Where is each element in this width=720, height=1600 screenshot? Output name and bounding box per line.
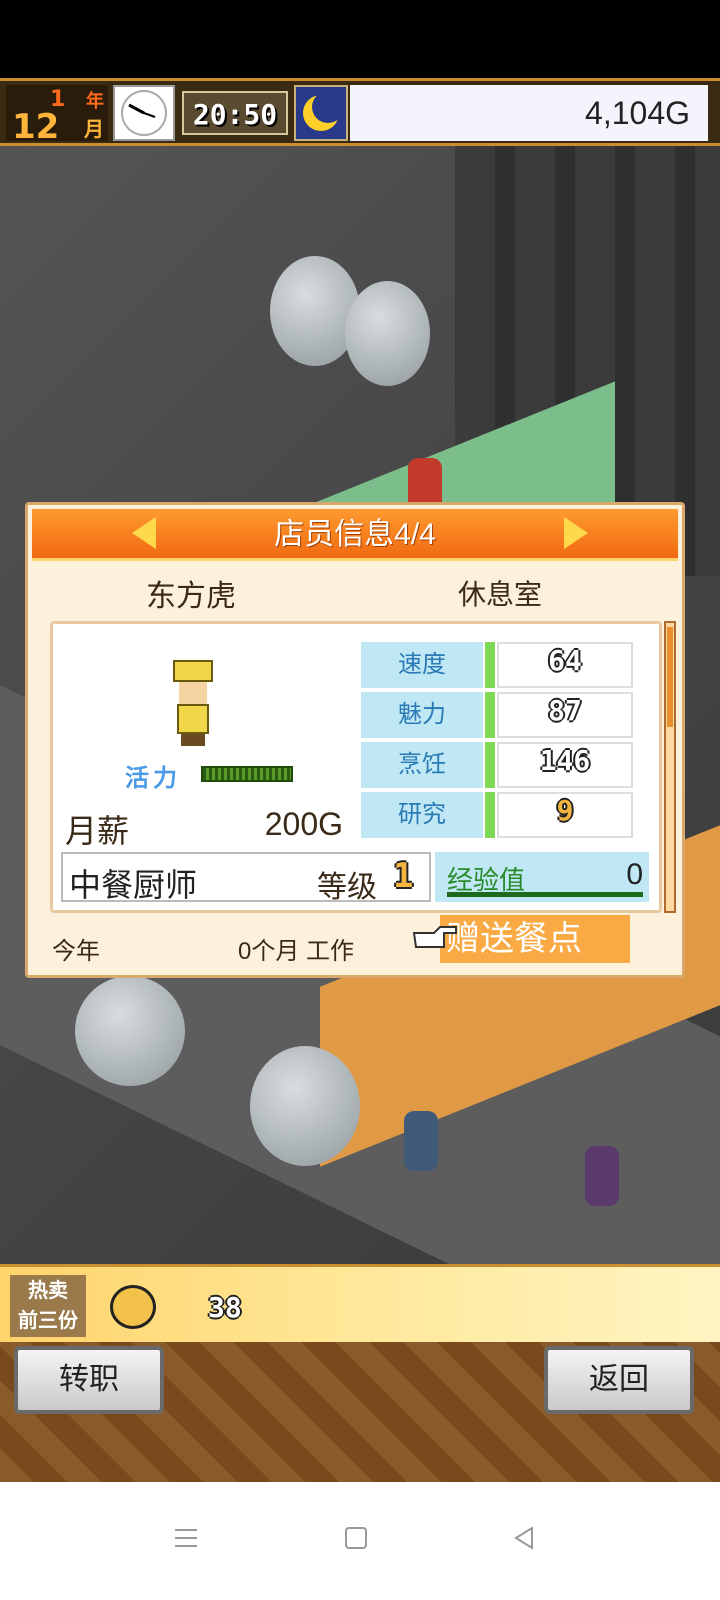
hot-count: 38: [208, 1291, 242, 1324]
money-display: 4,104G: [350, 85, 708, 141]
stat-name: 烹饪: [361, 742, 483, 788]
pointing-hand-icon: [412, 923, 460, 953]
dish-icon: [110, 1285, 156, 1329]
month-number: 12: [12, 107, 60, 147]
energy-label: 活力: [125, 764, 181, 792]
moon-icon: [294, 85, 348, 141]
stat-row-charm: 魅力 87: [361, 692, 633, 738]
tree: [250, 1046, 360, 1166]
experience-row: 经验值 0: [435, 852, 649, 902]
clock-icon: [113, 85, 175, 141]
energy-bar: [201, 766, 293, 782]
hot-sellers-strip: 热卖 前三份 38: [0, 1264, 720, 1342]
stat-bar: [485, 642, 495, 688]
stats-table: 速度 64 魅力 87 烹饪 146 研究 9: [361, 642, 633, 842]
arrow-right-icon[interactable]: [564, 517, 588, 549]
top-hud: 1 年 12 月 20:50 4,104G: [0, 78, 720, 147]
gift-meal-button[interactable]: 赠送餐点: [412, 915, 630, 963]
footer-work-months: 0个月 工作: [238, 938, 355, 965]
back-button[interactable]: 返回: [544, 1346, 694, 1414]
stat-row-speed: 速度 64: [361, 642, 633, 688]
stat-name: 魅力: [361, 692, 483, 738]
level-value: 1: [393, 856, 414, 896]
menu-icon[interactable]: [172, 1524, 200, 1552]
hot-label-line2: 前三份: [18, 1308, 78, 1332]
tree: [75, 976, 185, 1086]
salary-value: 200G: [264, 806, 343, 842]
job-title: 中餐厨师: [69, 867, 198, 903]
dialog-header: 店员信息4/4: [32, 509, 678, 561]
game-time: 20:50: [182, 91, 288, 135]
stat-name: 研究: [361, 792, 483, 838]
stat-value: 87: [497, 692, 633, 738]
stat-value: 9: [497, 792, 633, 838]
stat-name: 速度: [361, 642, 483, 688]
change-job-button[interactable]: 转职: [14, 1346, 164, 1414]
staff-location: 休息室: [458, 579, 543, 610]
customer[interactable]: [404, 1111, 438, 1171]
customer[interactable]: [585, 1146, 619, 1206]
stat-value: 146: [497, 742, 633, 788]
tree: [345, 281, 430, 386]
experience-value: 0: [626, 858, 643, 891]
system-nav-bar: [0, 1482, 720, 1600]
hot-label-line1: 热卖: [28, 1278, 68, 1302]
scrollbar[interactable]: [664, 621, 676, 913]
stat-row-research: 研究 9: [361, 792, 633, 838]
staff-detail-panel: 活力 月薪 200G 速度 64 魅力 87 烹饪 146 研究 9 中餐厨师 …: [50, 621, 662, 913]
staff-info-dialog: 店员信息4/4 东方虎 休息室 活力 月薪 200G 速度 64 魅力 87 烹…: [25, 502, 685, 978]
staff-avatar: [171, 660, 215, 746]
date-display: 1 年 12 月: [6, 85, 108, 147]
stat-row-cooking: 烹饪 146: [361, 742, 633, 788]
job-row: 中餐厨师 等级 1: [61, 852, 431, 904]
stat-bar: [485, 742, 495, 788]
staff-name: 东方虎: [146, 580, 236, 613]
stat-bar: [485, 792, 495, 838]
status-bar: [0, 0, 720, 78]
stat-bar: [485, 692, 495, 738]
experience-bar: [447, 892, 643, 897]
footer-year: 今年: [52, 938, 100, 965]
home-icon[interactable]: [342, 1524, 370, 1552]
month-unit: 月: [84, 117, 104, 141]
hot-sellers-label: 热卖 前三份: [10, 1275, 86, 1337]
scroll-thumb[interactable]: [667, 627, 673, 727]
back-icon[interactable]: [510, 1524, 538, 1552]
salary-label: 月薪: [65, 813, 130, 849]
stat-value: 64: [497, 642, 633, 688]
level-label: 等级: [317, 871, 377, 904]
year-unit: 年: [86, 91, 104, 112]
gift-meal-label: 赠送餐点: [440, 915, 630, 963]
arrow-left-icon[interactable]: [132, 517, 156, 549]
